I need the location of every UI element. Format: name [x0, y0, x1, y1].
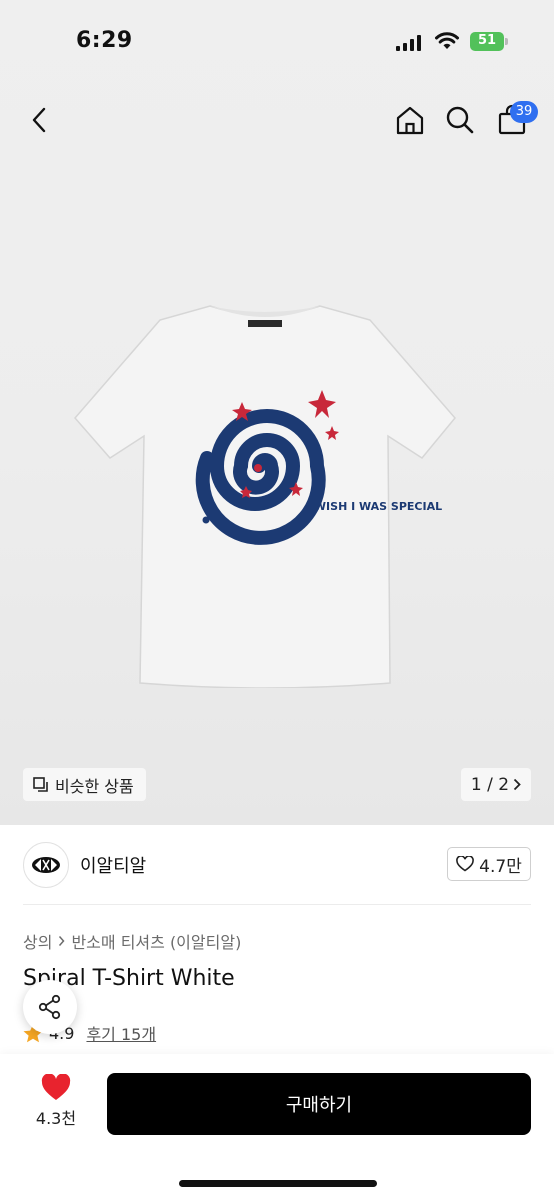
slogan-print: I WISH I WAS SPECIAL	[306, 500, 442, 513]
home-indicator	[179, 1180, 377, 1187]
battery-level: 51	[477, 33, 497, 48]
search-button[interactable]	[440, 100, 480, 140]
back-icon	[32, 107, 46, 133]
brand-row: 이알티알 4.7만	[0, 825, 554, 905]
buy-button[interactable]: 구매하기	[107, 1073, 531, 1135]
chevron-right-icon	[59, 936, 65, 946]
status-time: 6:29	[76, 28, 133, 53]
brand-logo[interactable]	[23, 842, 69, 888]
divider	[23, 904, 531, 905]
top-nav	[0, 96, 554, 146]
cart-count-badge: 39	[510, 101, 538, 123]
brand-like-count: 4.7만	[479, 856, 522, 877]
share-icon	[38, 994, 61, 1020]
page-indicator-text: 1 / 2	[470, 774, 510, 795]
neck-label	[248, 320, 282, 327]
battery-icon: 51	[470, 32, 508, 51]
heart-outline-icon	[456, 856, 474, 872]
signal-icon	[396, 35, 421, 51]
heart-filled-icon	[41, 1074, 71, 1100]
copy-icon	[33, 776, 48, 792]
tshirt-image[interactable]: I WISH I WAS SPECIAL	[70, 298, 460, 688]
wifi-icon	[435, 32, 459, 49]
reviews-link[interactable]: 후기 15개	[86, 1021, 156, 1045]
bottom-action-bar: 4.3천 구매하기	[0, 1054, 554, 1200]
brand-name[interactable]: 이알티알	[80, 852, 146, 878]
svg-text:I WISH I WAS SPECIAL: I WISH I WAS SPECIAL	[306, 500, 442, 513]
wish-count: 4.3천	[35, 1109, 77, 1128]
image-page-indicator[interactable]: 1 / 2	[461, 768, 531, 801]
breadcrumb: 상의 반소매 티셔츠 (이알티알)	[23, 929, 241, 953]
search-icon	[446, 106, 474, 134]
share-button[interactable]	[23, 980, 77, 1034]
chevron-right-icon	[513, 778, 521, 791]
breadcrumb-category[interactable]: 상의	[23, 929, 52, 953]
brand-like-button[interactable]: 4.7만	[447, 847, 531, 881]
similar-products-label: 비슷한 상품	[55, 776, 134, 796]
brand-logo-icon	[32, 857, 60, 873]
wish-button[interactable]: 4.3천	[26, 1074, 86, 1138]
breadcrumb-subcategory[interactable]: 반소매 티셔츠 (이알티알)	[71, 929, 241, 953]
home-icon	[396, 106, 424, 135]
home-button[interactable]	[390, 100, 430, 140]
back-button[interactable]	[20, 100, 60, 140]
status-bar: 6:29 51	[0, 0, 554, 82]
similar-products-button[interactable]: 비슷한 상품	[23, 768, 146, 801]
